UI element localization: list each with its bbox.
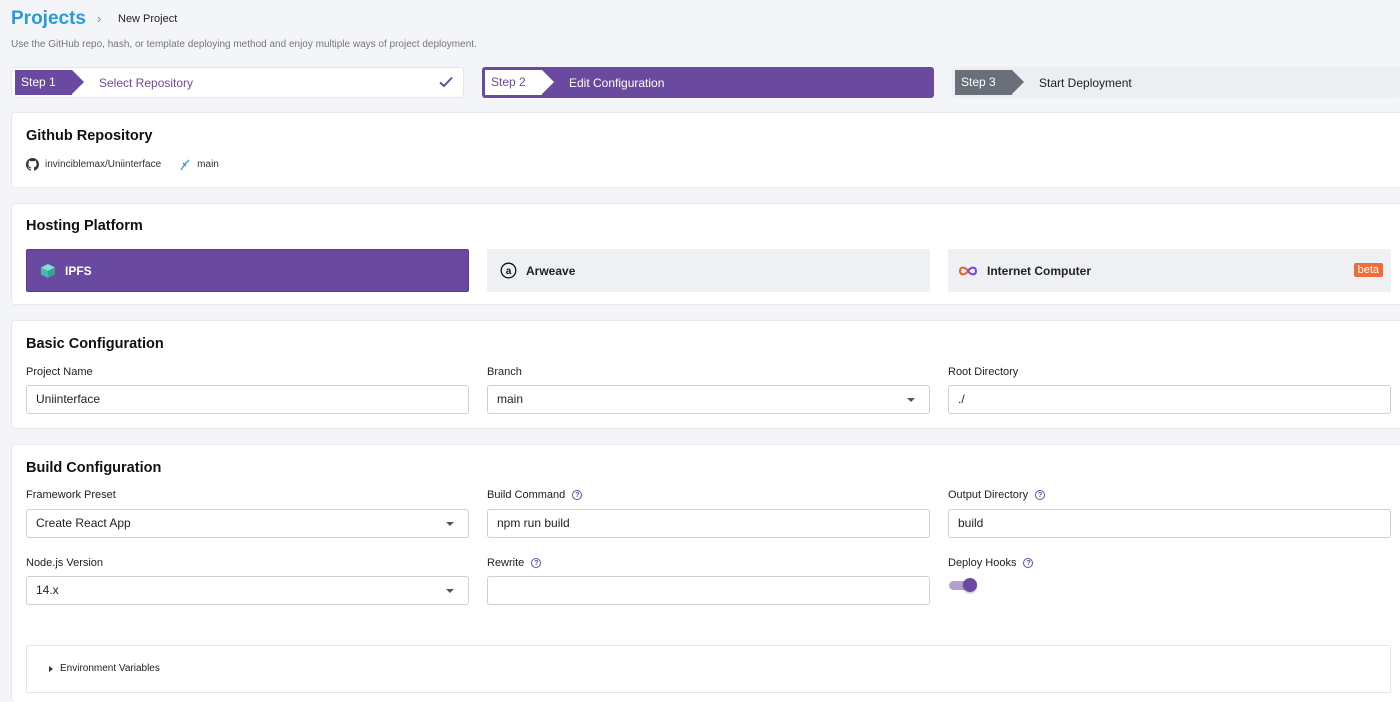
branch-name: main bbox=[197, 159, 219, 170]
help-icon[interactable]: ? bbox=[1035, 490, 1046, 500]
root-directory-input[interactable]: ./ bbox=[948, 385, 1391, 414]
step-start-deployment[interactable]: Step 3 Start Deployment bbox=[952, 67, 1400, 98]
step-1-tag: Step 1 bbox=[15, 70, 84, 95]
environment-variables-section[interactable]: Environment Variables bbox=[26, 645, 1391, 693]
svg-text:a: a bbox=[506, 266, 512, 277]
branch-info: main bbox=[179, 159, 219, 171]
help-icon[interactable]: ? bbox=[572, 490, 583, 500]
github-repository-title: Github Repository bbox=[26, 128, 153, 144]
check-icon bbox=[439, 76, 453, 88]
output-directory-label: Output Directory ? bbox=[948, 489, 1046, 501]
ipfs-cube-icon bbox=[40, 263, 56, 279]
github-icon bbox=[26, 158, 39, 171]
platform-arweave-option[interactable]: a Arweave bbox=[487, 249, 930, 292]
breadcrumb-current: New Project bbox=[118, 13, 178, 25]
step-edit-configuration[interactable]: Step 2 Edit Configuration bbox=[482, 67, 934, 98]
build-command-label-text: Build Command bbox=[487, 489, 566, 501]
caret-down-icon bbox=[446, 589, 454, 593]
repository-name[interactable]: invinciblemax/Uniinterface bbox=[45, 159, 161, 170]
platform-internet-computer-label: Internet Computer bbox=[987, 263, 1092, 278]
step-select-repository[interactable]: Step 1 Select Repository bbox=[11, 67, 464, 98]
rewrite-input[interactable] bbox=[487, 576, 930, 605]
build-command-input[interactable]: npm run build bbox=[487, 509, 930, 538]
beta-badge: beta bbox=[1353, 263, 1383, 277]
infinity-icon bbox=[958, 265, 978, 277]
platform-ipfs-option[interactable]: IPFS bbox=[26, 249, 469, 292]
environment-variables-label: Environment Variables bbox=[60, 663, 160, 674]
nodejs-version-select[interactable]: 14.x bbox=[26, 576, 469, 605]
step-2-label: Edit Configuration bbox=[569, 75, 665, 90]
repository-info: invinciblemax/Uniinterface main bbox=[26, 158, 219, 171]
arweave-icon: a bbox=[500, 262, 517, 279]
output-directory-input[interactable]: build bbox=[948, 509, 1391, 538]
step-2-tag: Step 2 bbox=[485, 70, 554, 95]
deploy-hooks-toggle[interactable] bbox=[949, 578, 977, 592]
build-configuration-card: Build Configuration Framework Preset Cre… bbox=[11, 444, 1400, 702]
build-configuration-title: Build Configuration bbox=[26, 460, 162, 476]
page-title[interactable]: Projects bbox=[11, 8, 86, 30]
platform-ipfs-label: IPFS bbox=[65, 263, 92, 278]
basic-configuration-card: Basic Configuration Project Name Uniinte… bbox=[11, 320, 1400, 429]
deploy-hooks-label: Deploy Hooks ? bbox=[948, 557, 1034, 569]
caret-down-icon bbox=[907, 398, 915, 402]
framework-preset-label: Framework Preset bbox=[26, 489, 116, 501]
help-icon[interactable]: ? bbox=[531, 558, 542, 568]
platform-internet-computer-option[interactable]: Internet Computer beta bbox=[948, 249, 1391, 292]
hosting-platform-card: Hosting Platform IPFS a Arweave Internet… bbox=[11, 203, 1400, 305]
page-subtitle: Use the GitHub repo, hash, or template d… bbox=[11, 39, 477, 50]
branch-icon bbox=[180, 159, 190, 170]
github-repository-card: Github Repository invinciblemax/Uniinter… bbox=[11, 112, 1400, 188]
hosting-platform-title: Hosting Platform bbox=[26, 218, 143, 234]
project-name-label: Project Name bbox=[26, 366, 93, 378]
framework-preset-select[interactable]: Create React App bbox=[26, 509, 469, 538]
step-1-label: Select Repository bbox=[99, 75, 194, 90]
caret-down-icon bbox=[446, 522, 454, 526]
project-name-input[interactable]: Uniinterface bbox=[26, 385, 469, 414]
help-icon[interactable]: ? bbox=[1023, 558, 1034, 568]
build-command-label: Build Command ? bbox=[487, 489, 583, 501]
output-directory-label-text: Output Directory bbox=[948, 489, 1029, 501]
branch-select-value: main bbox=[497, 392, 524, 406]
nodejs-version-value: 14.x bbox=[36, 583, 59, 597]
rewrite-label-text: Rewrite bbox=[487, 557, 525, 569]
basic-configuration-title: Basic Configuration bbox=[26, 336, 164, 352]
step-3-tag: Step 3 bbox=[955, 70, 1024, 95]
caret-right-icon bbox=[49, 666, 53, 672]
branch-select[interactable]: main bbox=[487, 385, 930, 414]
nodejs-version-label: Node.js Version bbox=[26, 557, 104, 569]
framework-preset-value: Create React App bbox=[36, 516, 131, 530]
platform-arweave-label: Arweave bbox=[526, 263, 576, 278]
step-3-label: Start Deployment bbox=[1039, 75, 1132, 90]
branch-label: Branch bbox=[487, 366, 522, 378]
toggle-knob bbox=[963, 578, 977, 592]
root-directory-label: Root Directory bbox=[948, 366, 1019, 378]
deploy-hooks-label-text: Deploy Hooks bbox=[948, 557, 1017, 569]
rewrite-label: Rewrite ? bbox=[487, 557, 542, 569]
breadcrumb-chevron-icon: › bbox=[97, 11, 102, 26]
